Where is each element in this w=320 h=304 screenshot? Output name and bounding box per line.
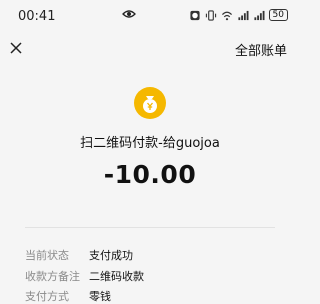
detail-value: 零钱 [89,290,111,303]
signal-icon [253,10,265,20]
detail-value: 二维码收款 [89,270,144,283]
transaction-title: 扫二维码付款-给guojoa [80,136,220,151]
money-bag-icon [134,87,166,119]
eye-icon [122,10,136,18]
status-bar: 00:41 50 [0,0,300,34]
alarm-icon [189,10,200,20]
detail-label: 收款方备注 [25,270,80,283]
signal-icon [237,10,249,20]
status-icons: 50 [189,9,288,21]
wifi-icon [221,11,232,20]
detail-label: 当前状态 [25,249,69,262]
detail-value: 支付成功 [89,249,133,262]
vibrate-icon [205,9,216,21]
transaction-amount: -10.00 [103,160,197,189]
divider [25,227,275,228]
all-bills-button[interactable]: 全部账单 [235,40,287,59]
battery-icon: 50 [268,9,288,21]
status-time: 00:41 [18,9,56,24]
detail-label: 支付方式 [25,290,69,303]
close-icon[interactable] [9,41,23,55]
